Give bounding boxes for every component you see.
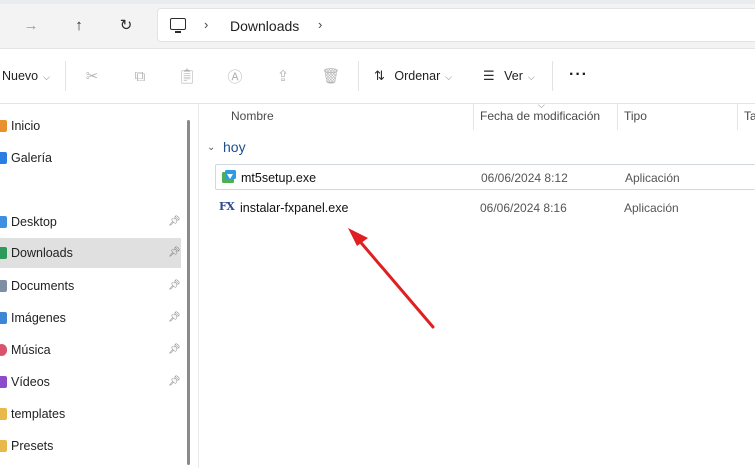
delete-icon[interactable]: 🗑︎ <box>321 67 340 85</box>
sidebar-item-imagenes[interactable]: Imágenes 📌︎ <box>0 303 181 333</box>
breadcrumb-chevron-icon[interactable]: › <box>318 17 322 32</box>
chevron-down-icon: ⌵ <box>43 72 50 82</box>
sidebar-item-templates[interactable]: templates <box>0 399 181 429</box>
refresh-button[interactable]: ↻ <box>113 12 139 38</box>
sidebar-item-downloads[interactable]: Downloads 📌︎ <box>0 238 181 268</box>
folder-icon <box>0 440 7 452</box>
pin-icon[interactable]: 📌︎ <box>168 280 181 291</box>
pin-icon[interactable]: 📌︎ <box>168 344 181 355</box>
pane-divider[interactable] <box>198 104 199 468</box>
command-bar: Nuevo ⌵ ✂ ⧉ 📋︎ Ⓐ ⇪ 🗑︎ ⇅ Ordenar ⌵ ☰ Ver ⌵ ·… <box>0 49 755 104</box>
breadcrumb[interactable]: › Downloads › <box>157 8 755 42</box>
scrollbar-thumb[interactable] <box>187 120 190 465</box>
sidebar-item-label: Desktop <box>11 215 57 229</box>
chevron-down-icon: ⌵ <box>445 72 453 82</box>
column-header-size[interactable]: Ta <box>744 109 755 123</box>
forward-button[interactable]: → <box>18 12 44 38</box>
desktop-folder-icon <box>0 216 7 228</box>
file-date: 06/06/2024 8:12 <box>481 171 568 185</box>
sidebar-item-desktop[interactable]: Desktop 📌︎ <box>0 207 181 237</box>
folder-icon <box>0 408 7 420</box>
new-button[interactable]: Nuevo ⌵ <box>2 69 50 83</box>
sidebar-item-label: Imágenes <box>11 311 66 325</box>
sidebar-item-label: templates <box>11 407 66 421</box>
sidebar-scrollbar[interactable] <box>184 120 193 468</box>
sidebar-item-inicio[interactable]: Inicio <box>0 111 181 141</box>
column-divider[interactable] <box>737 104 738 130</box>
documents-folder-icon <box>0 280 7 292</box>
title-strip <box>0 0 755 4</box>
pin-icon[interactable]: 📌︎ <box>168 312 181 323</box>
sidebar-item-label: Vídeos <box>11 375 50 389</box>
breadcrumb-downloads[interactable]: Downloads <box>230 18 299 34</box>
file-name: instalar-fxpanel.exe <box>240 201 349 215</box>
chevron-down-icon[interactable]: ⌄ <box>207 142 215 153</box>
toolbar-divider <box>358 61 359 91</box>
address-bar-row: → ↑ ↻ › Downloads › <box>0 0 755 49</box>
paste-icon[interactable]: 📋︎ <box>177 67 196 85</box>
sidebar-item-videos[interactable]: Vídeos 📌︎ <box>0 367 181 397</box>
sidebar-item-label: Documents <box>11 279 75 293</box>
file-name: mt5setup.exe <box>241 171 317 185</box>
sidebar-item-label: Presets <box>11 439 54 453</box>
column-divider[interactable] <box>617 104 618 130</box>
sort-button[interactable]: ⇅ Ordenar ⌵ <box>374 68 452 84</box>
column-divider[interactable] <box>473 104 474 130</box>
sort-icon: ⇅ <box>374 68 385 83</box>
pin-icon[interactable]: 📌︎ <box>168 376 181 387</box>
home-icon <box>0 120 7 132</box>
downloads-folder-icon <box>0 247 7 259</box>
toolbar-divider <box>552 61 553 91</box>
sidebar-item-label: Downloads <box>11 246 73 260</box>
arrow-up-icon: ↑ <box>75 16 83 34</box>
file-row[interactable]: FX instalar-fxpanel.exe 06/06/2024 8:16 … <box>215 195 755 221</box>
view-button[interactable]: ☰ Ver ⌵ <box>483 68 535 84</box>
cut-icon[interactable]: ✂ <box>83 67 101 85</box>
share-icon[interactable]: ⇪ <box>274 67 292 85</box>
chevron-down-icon: ⌵ <box>527 72 535 82</box>
up-button[interactable]: ↑ <box>66 12 92 38</box>
file-type: Aplicación <box>625 171 680 185</box>
refresh-icon: ↻ <box>119 17 133 34</box>
sidebar-item-label: Música <box>11 343 51 357</box>
column-header-type[interactable]: Tipo <box>624 109 647 123</box>
pin-icon[interactable]: 📌︎ <box>168 216 181 227</box>
file-type: Aplicación <box>624 201 679 215</box>
sidebar-item-documents[interactable]: Documents 📌︎ <box>0 271 181 301</box>
new-label: Nuevo <box>2 69 39 83</box>
view-label: Ver <box>504 69 523 83</box>
file-date: 06/06/2024 8:16 <box>480 201 567 215</box>
breadcrumb-chevron-icon[interactable]: › <box>204 17 208 32</box>
monitor-icon[interactable] <box>170 18 186 33</box>
fx-app-icon: FX <box>219 200 235 213</box>
pictures-folder-icon <box>0 312 7 324</box>
more-options-button[interactable]: ··· <box>569 66 588 84</box>
column-header-date[interactable]: Fecha de modificación <box>480 109 600 123</box>
sidebar-item-label: Galería <box>11 151 52 165</box>
group-header-hoy[interactable]: hoy <box>223 139 246 155</box>
videos-folder-icon <box>0 376 7 388</box>
sidebar-item-presets[interactable]: Presets <box>0 431 181 461</box>
arrow-right-icon: → <box>23 16 39 34</box>
gallery-icon <box>0 152 7 164</box>
copy-icon[interactable]: ⧉ <box>131 67 149 85</box>
rename-icon[interactable]: Ⓐ <box>226 67 244 86</box>
sidebar-item-label: Inicio <box>11 119 41 133</box>
toolbar-divider <box>65 61 66 91</box>
view-icon: ☰ <box>483 68 495 83</box>
mt5-installer-icon <box>222 170 236 183</box>
music-folder-icon <box>0 344 7 356</box>
column-header-name[interactable]: Nombre <box>231 109 274 123</box>
sidebar-item-musica[interactable]: Música 📌︎ <box>0 335 181 365</box>
sidebar-item-galeria[interactable]: Galería <box>0 143 181 173</box>
file-row[interactable]: mt5setup.exe 06/06/2024 8:12 Aplicación <box>215 164 755 190</box>
sort-label: Ordenar <box>394 69 441 83</box>
pin-icon[interactable]: 📌︎ <box>168 247 181 258</box>
navigation-pane: Inicio Galería Desktop 📌︎ Downloads 📌︎ D… <box>0 104 190 468</box>
